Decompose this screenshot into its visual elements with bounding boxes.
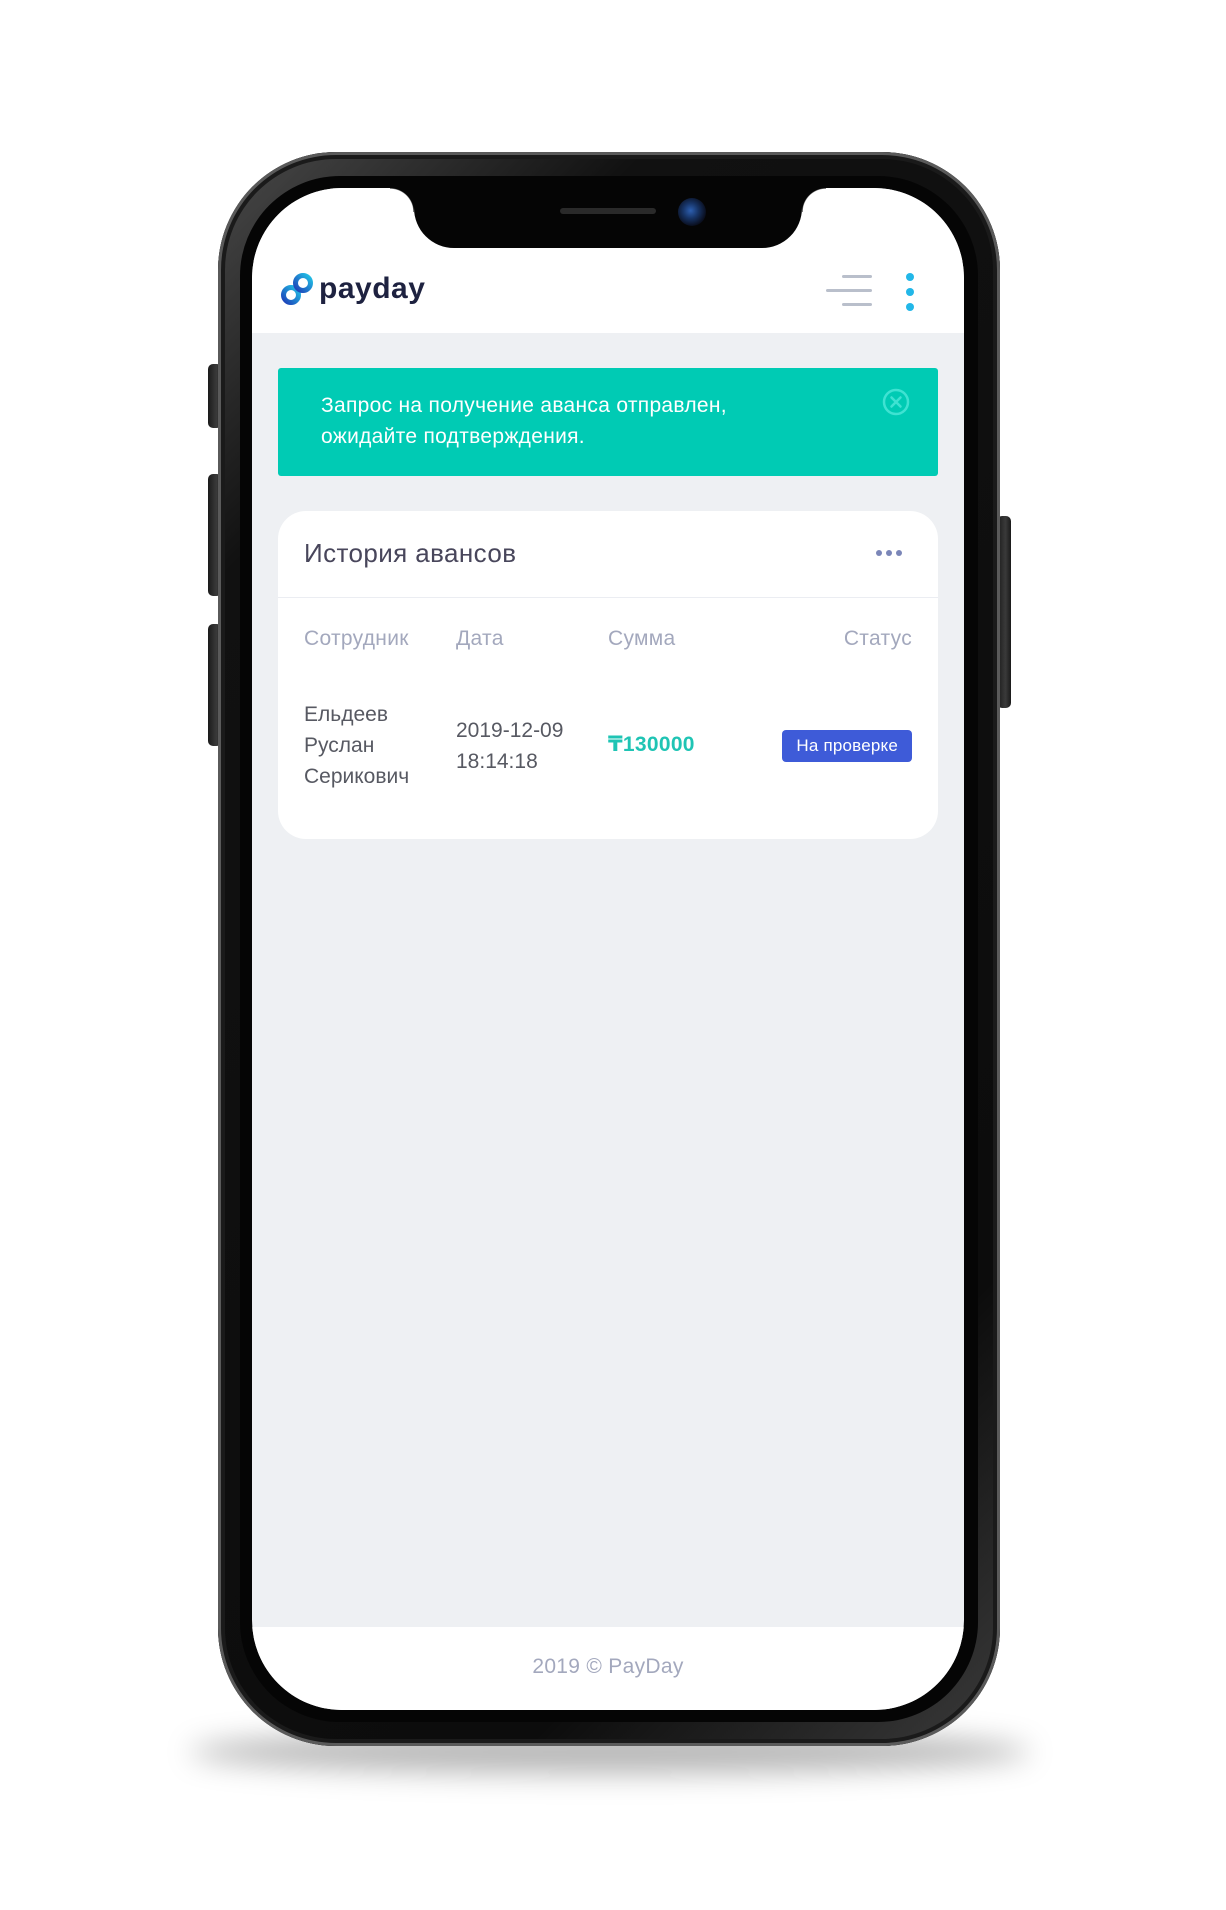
success-alert: Запрос на получение аванса отправлен, ож…: [278, 368, 938, 476]
hamburger-menu-icon[interactable]: [824, 273, 872, 309]
footer-copyright: 2019 © PayDay: [532, 1655, 684, 1678]
alert-message-line2: ожидайте подтверждения.: [321, 425, 585, 448]
status-badge: На проверке: [782, 730, 912, 762]
column-header-date[interactable]: Дата: [456, 627, 504, 651]
advance-history-card: История авансов Сотрудник Дата Сумма Ста…: [278, 511, 938, 839]
notch: [390, 188, 826, 248]
column-header-employee[interactable]: Сотрудник: [304, 627, 409, 651]
payday-logo[interactable]: payday: [279, 271, 425, 307]
table-row-employee: Ельдеев Руслан Серикович: [304, 699, 444, 792]
row-amount: ₸130000: [608, 733, 695, 756]
card-title: История авансов: [304, 538, 517, 568]
column-header-amount[interactable]: Сумма: [608, 627, 675, 651]
column-header-status[interactable]: Статус: [844, 627, 912, 651]
employee-name: Руслан: [304, 734, 375, 757]
close-circle-icon[interactable]: [882, 388, 910, 416]
employee-patronymic: Серикович: [304, 765, 410, 788]
logo-text: payday: [319, 272, 426, 305]
speaker-grille: [560, 208, 656, 214]
horizontal-dots-icon[interactable]: [874, 549, 904, 559]
employee-surname: Ельдеев: [304, 703, 388, 726]
row-time: 18:14:18: [456, 750, 538, 773]
card-header: История авансов: [278, 511, 938, 598]
alert-message-line1: Запрос на получение аванса отправлен,: [321, 394, 727, 417]
payday-logo-icon: [281, 273, 313, 305]
row-date: 2019-12-09: [456, 719, 564, 742]
camera-icon: [678, 198, 706, 226]
phone-screen: payday Запрос на получение аванса отправ…: [252, 188, 964, 1710]
app-footer: 2019 © PayDay: [252, 1627, 964, 1710]
vertical-dots-icon[interactable]: [903, 273, 917, 313]
mockup-stage: payday Запрос на получение аванса отправ…: [0, 0, 1226, 1910]
table-row-date: 2019-12-09 18:14:18: [456, 715, 586, 777]
